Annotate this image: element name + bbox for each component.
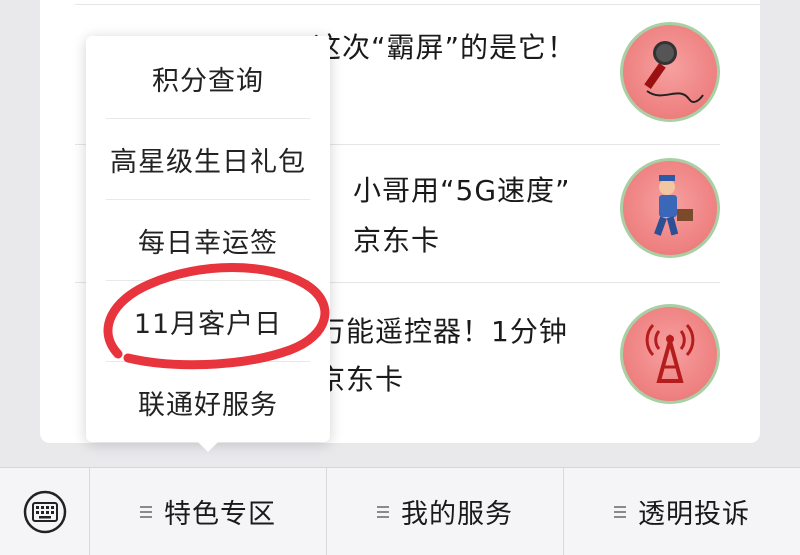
menu-special-zone[interactable]: 特色专区 [90,468,327,555]
menu-lines-icon [140,503,152,521]
menu-label: 透明投诉 [638,499,750,530]
keyboard-toggle-button[interactable] [0,468,90,555]
bottom-menu-bar: 特色专区 我的服务 透明投诉 [0,467,800,555]
delivery-man-icon [620,158,720,258]
menu-item-daily-lucky-draw[interactable]: 每日幸运签 [86,200,330,280]
signal-tower-icon [620,304,720,404]
popup-arrow [198,442,218,452]
menu-item-unicom-service[interactable]: 联通好服务 [86,362,330,442]
menu-item-customer-day[interactable]: 11月客户日 [86,281,330,361]
menu-item-birthday-gift[interactable]: 高星级生日礼包 [86,119,330,199]
menu-label: 我的服务 [401,499,513,530]
article-title: 小哥用“5G速度” 京东卡 [353,174,571,257]
menu-item-points-query[interactable]: 积分查询 [86,38,330,118]
article-title: 这次“霸屏”的是它！ [313,31,577,64]
keyboard-icon [23,490,66,533]
menu-my-services[interactable]: 我的服务 [327,468,564,555]
menu-transparent-complaint[interactable]: 透明投诉 [564,468,800,555]
submenu-popup: 积分查询 高星级生日礼包 每日幸运签 11月客户日 联通好服务 [86,36,330,452]
menu-lines-icon [377,503,389,521]
menu-label: 特色专区 [164,499,276,530]
menu-lines-icon [614,503,626,521]
microphone-icon [620,22,720,122]
article-title: 万能遥控器！1分钟 京东卡 [317,315,568,396]
divider [75,4,760,5]
